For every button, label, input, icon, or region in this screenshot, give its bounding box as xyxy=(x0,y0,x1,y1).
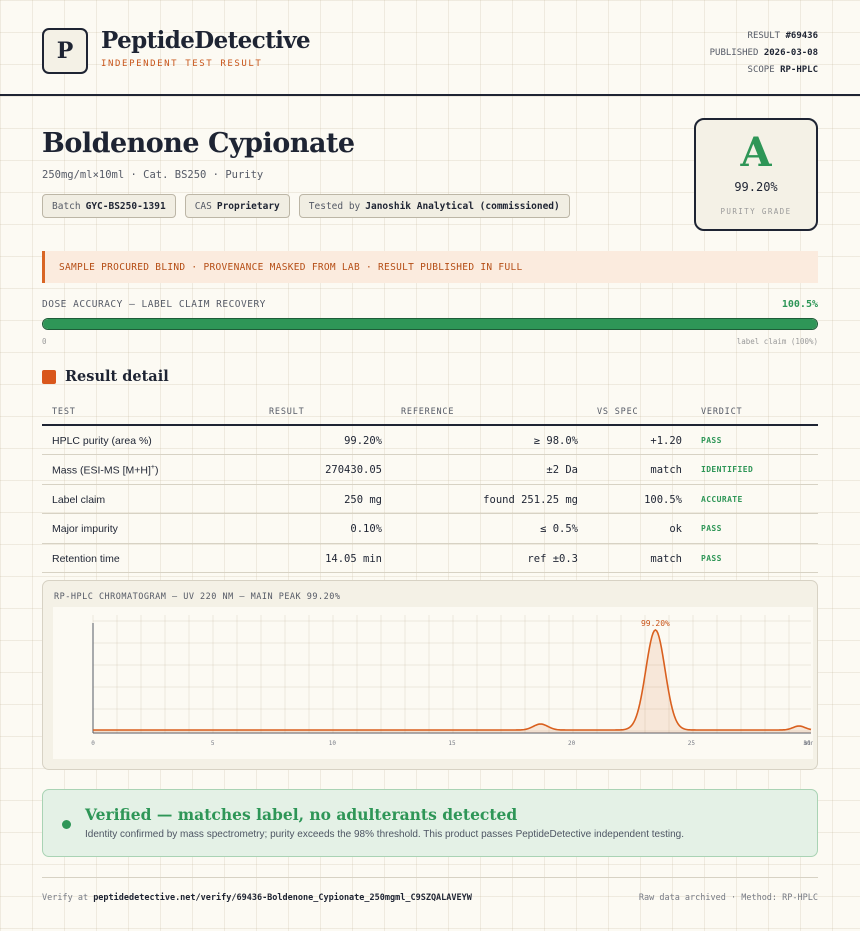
cell-reference: ≤ 0.5% xyxy=(540,523,578,536)
product-title: Boldenone Cypionate xyxy=(42,128,355,159)
batch-chip-label: Batch xyxy=(52,200,81,212)
table-row: Retention time 14.05 min ref ±0.3 match … xyxy=(42,544,818,573)
chromatogram-panel: RP-HPLC CHROMATOGRAM — UV 220 NM — MAIN … xyxy=(42,580,818,770)
footer-method: Raw data archived · Method: RP-HPLC xyxy=(638,893,818,903)
cell-result: 0.10% xyxy=(350,523,382,536)
logo: P xyxy=(42,28,88,74)
cell-test: HPLC purity (area %) xyxy=(52,435,152,447)
cell-vs-spec: ok xyxy=(669,523,682,536)
tested-by-chip: Tested by Janoshik Analytical (commission… xyxy=(298,194,570,218)
table-row: HPLC purity (area %) 99.20% ≥ 98.0% +1.2… xyxy=(42,426,818,456)
cell-vs-spec: +1.20 xyxy=(650,435,682,447)
verified-title: Verified — matches label, no adulterants… xyxy=(85,805,518,824)
cell-test: Retention time xyxy=(52,552,120,565)
cell-test: Major impurity xyxy=(52,523,118,536)
x-tick-label: 25 xyxy=(688,740,696,747)
tested-by-chip-value: Janoshik Analytical (commissioned) xyxy=(365,200,560,212)
cas-chip: CAS Proprietary xyxy=(184,194,290,218)
verify-prefix: Verify at xyxy=(42,893,89,903)
scope-value: RP-HPLC xyxy=(780,65,818,75)
tested-by-chip-label: Tested by xyxy=(308,200,361,212)
report-header: P PeptideDetective INDEPENDENT TEST RESU… xyxy=(0,0,860,96)
col-header-test: TEST xyxy=(52,407,76,417)
col-header-verdict: VERDICT xyxy=(701,407,743,417)
dose-bar-min-label: 0 xyxy=(42,337,47,346)
cell-result: 99.20% xyxy=(344,435,382,447)
verdict-badge: PASS xyxy=(701,524,722,534)
table-header: TEST RESULT REFERENCE VS SPEC VERDICT xyxy=(42,398,818,426)
table-row: Mass (ESI-MS [M+H]+) 270430.05 ±2 Da mat… xyxy=(42,455,818,485)
x-tick-label: 10 xyxy=(329,740,337,747)
main-peak-label: 99.20% xyxy=(641,619,670,628)
cell-test-text: Mass (ESI-MS [M+H] xyxy=(52,464,151,477)
brand-name: PeptideDetective xyxy=(101,27,311,54)
cell-reference: ref ±0.3 xyxy=(527,552,578,565)
dose-accuracy-fill xyxy=(43,319,817,329)
grade-letter: A xyxy=(740,129,772,176)
published-label: PUBLISHED xyxy=(709,48,759,58)
cell-reference: found 251.25 mg xyxy=(483,493,578,506)
cell-test: Mass (ESI-MS [M+H]+) xyxy=(52,464,158,477)
cell-test: Label claim xyxy=(52,493,106,506)
report-meta: RESULT #69436 PUBLISHED 2026-03-08 SCOPE… xyxy=(710,28,818,79)
dose-accuracy-bar xyxy=(42,318,818,330)
published-value: 2026-03-08 xyxy=(763,48,818,58)
cell-result: 250 mg xyxy=(344,493,382,506)
blind-sample-banner: SAMPLE PROCURED BLIND · PROVENANCE MASKE… xyxy=(42,251,818,283)
cell-reference: ±2 Da xyxy=(546,464,578,477)
verdict-badge: IDENTIFIED xyxy=(701,465,754,475)
x-axis-unit: min xyxy=(804,740,813,747)
dose-accuracy-value: 100.5% xyxy=(781,299,818,310)
section-title: Result detail xyxy=(65,368,169,385)
grade-label: PURITY GRADE xyxy=(720,207,792,216)
grade-value: 99.20% xyxy=(734,180,778,194)
verified-text: Identity confirmed by mass spectrometry;… xyxy=(85,829,685,840)
chromatogram-plot: 99.20% 0 5 10 15 20 25 30min xyxy=(53,607,813,759)
verdict-badge: PASS xyxy=(701,553,722,563)
batch-chip: Batch GYC-BS250-1391 xyxy=(42,194,176,218)
cell-result: 270430.05 xyxy=(325,464,382,477)
footer-divider xyxy=(42,877,818,878)
verified-callout: Verified — matches label, no adulterants… xyxy=(42,789,818,857)
batch-chip-value: GYC-BS250-1391 xyxy=(85,200,166,212)
brand-subtitle: INDEPENDENT TEST RESULT xyxy=(101,59,263,69)
table-row: Label claim 250 mg found 251.25 mg 100.5… xyxy=(42,485,818,515)
verdict-badge: PASS xyxy=(701,436,722,445)
cas-chip-value: Proprietary xyxy=(216,200,280,212)
scope-row: SCOPE RP-HPLC xyxy=(710,62,818,79)
verified-dot-icon xyxy=(62,820,71,829)
x-tick-label: 0 xyxy=(91,740,95,747)
published-row: PUBLISHED 2026-03-08 xyxy=(710,45,818,62)
cell-result: 14.05 min xyxy=(325,552,382,565)
x-tick-label: 15 xyxy=(448,740,456,747)
cell-vs-spec: match xyxy=(650,464,682,477)
verify-text: Verify at peptidedetective.net/verify/69… xyxy=(42,893,472,903)
chromatogram-title: RP-HPLC CHROMATOGRAM — UV 220 NM — MAIN … xyxy=(54,592,341,602)
cell-test-end: ) xyxy=(154,464,159,477)
x-tick-label: 5 xyxy=(211,740,215,747)
product-subtitle: 250mg/ml×10ml · Cat. BS250 · Purity xyxy=(42,169,264,181)
col-header-reference: REFERENCE xyxy=(401,407,455,417)
verdict-badge: ACCURATE xyxy=(701,494,743,504)
table-row: Major impurity 0.10% ≤ 0.5% ok PASS xyxy=(42,514,818,544)
purity-grade-card: A 99.20% PURITY GRADE xyxy=(694,118,818,231)
plot-background xyxy=(53,607,813,759)
dose-bar-max-label: label claim (100%) xyxy=(736,337,818,346)
result-id-label: RESULT xyxy=(747,31,781,41)
result-id-row: RESULT #69436 xyxy=(710,28,818,45)
product-chips: Batch GYC-BS250-1391 CAS Proprietary Teste… xyxy=(42,194,570,218)
dose-accuracy-label: DOSE ACCURACY — LABEL CLAIM RECOVERY xyxy=(42,299,266,310)
scope-label: SCOPE xyxy=(747,65,775,75)
x-tick-label: 20 xyxy=(568,740,576,747)
result-table: TEST RESULT REFERENCE VS SPEC VERDICT HP… xyxy=(42,398,818,573)
col-header-vs-spec: VS SPEC xyxy=(597,407,639,417)
cell-vs-spec: match xyxy=(650,552,682,565)
cas-chip-label: CAS xyxy=(194,200,212,212)
cell-vs-spec: 100.5% xyxy=(644,493,682,506)
col-header-result: RESULT xyxy=(269,407,305,417)
verify-link[interactable]: peptidedetective.net/verify/69436-Bolden… xyxy=(93,893,472,903)
result-id-value: #69436 xyxy=(785,31,818,41)
cell-reference: ≥ 98.0% xyxy=(533,435,578,447)
section-marker-icon xyxy=(42,370,56,384)
